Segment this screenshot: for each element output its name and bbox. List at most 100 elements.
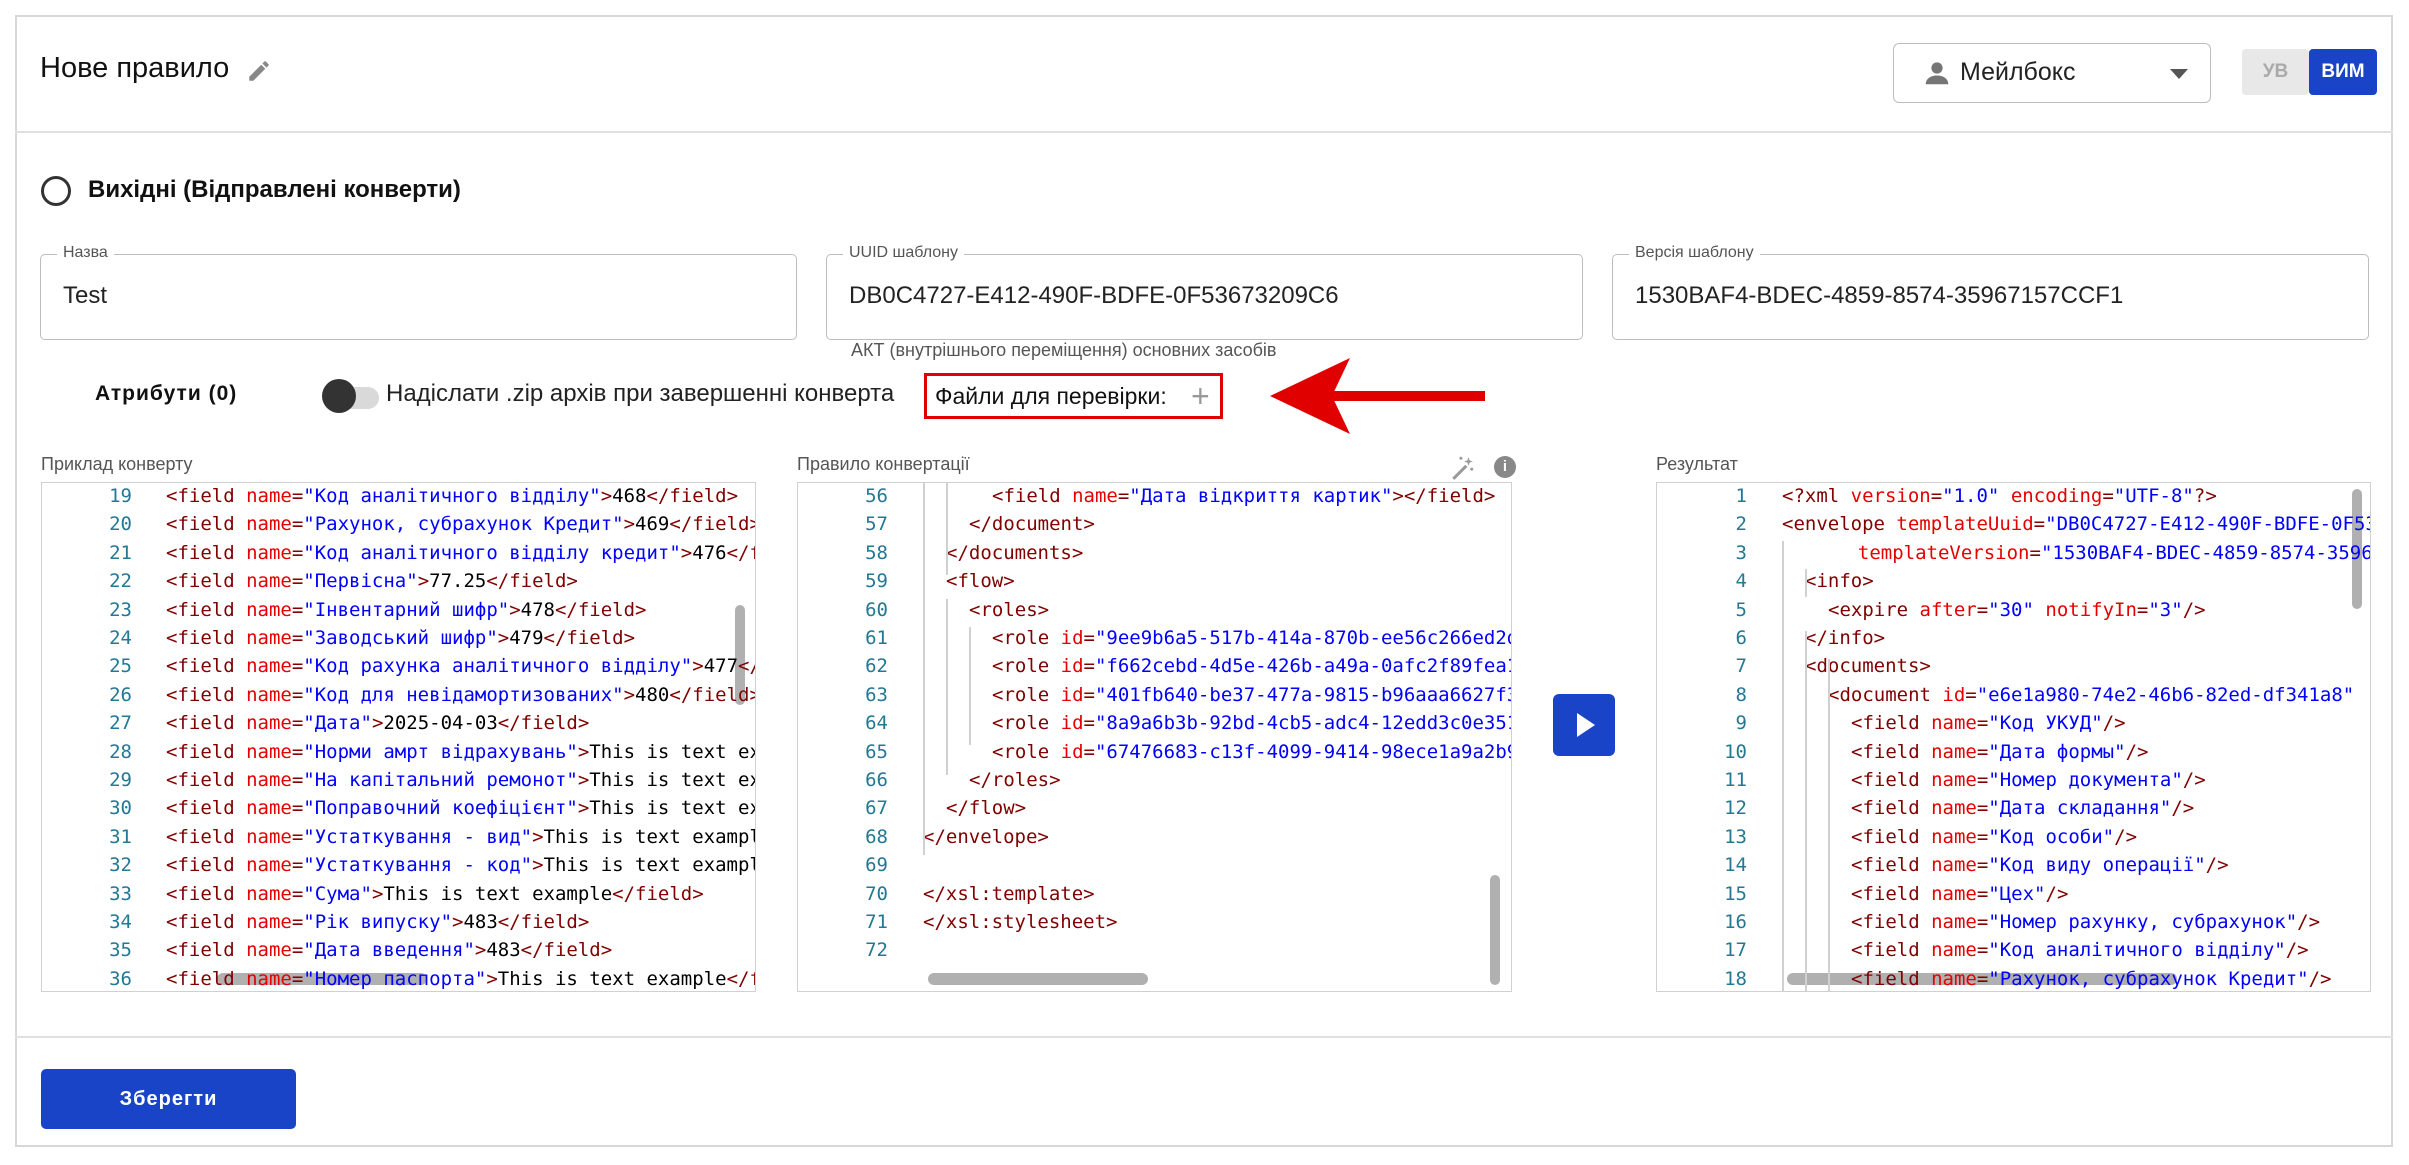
indent-guide xyxy=(1805,569,1807,597)
line-number: 15 xyxy=(1724,882,1747,905)
rule-code-editor[interactable]: 56 <field name="Дата відкриття картик"></… xyxy=(797,482,1512,992)
run-conversion-button[interactable] xyxy=(1553,694,1615,756)
code-line: <field name="Заводський шифр">479</field… xyxy=(166,627,636,649)
code-line: templateVersion="1530BAF4-BDEC-4859-8574… xyxy=(1857,541,2370,564)
line-number: 28 xyxy=(109,740,132,763)
line-number: 68 xyxy=(865,825,888,848)
code-line: <roles> xyxy=(969,598,1050,621)
code-line: <field name="Дата відкриття картик"></fi… xyxy=(992,485,1496,507)
line-number: 36 xyxy=(109,967,132,990)
toggle-outgoing-button[interactable]: ВИМ xyxy=(2309,49,2377,95)
line-number: 23 xyxy=(109,598,132,621)
code-line: <field name="Рахунок, субрахунок Кредит"… xyxy=(1851,967,2332,990)
outgoing-radio[interactable] xyxy=(41,176,71,206)
code-line: <role id="401fb640-be37-477a-9815-b96aaa… xyxy=(992,683,1512,706)
code-line: <field name="Код рахунка аналітичного ві… xyxy=(166,655,755,678)
line-number: 66 xyxy=(865,769,888,791)
line-number: 60 xyxy=(865,598,888,621)
line-number: 8 xyxy=(1735,683,1747,706)
line-number: 61 xyxy=(865,627,888,649)
version-field[interactable]: Версія шаблону 1530BAF4-BDEC-4859-8574-3… xyxy=(1612,244,2369,340)
line-number: 4 xyxy=(1735,570,1747,593)
line-number: 65 xyxy=(865,740,888,763)
magic-wand-icon[interactable] xyxy=(1449,455,1475,481)
code-line: <field name="Номер паспорта">This is tex… xyxy=(166,967,755,990)
code-line: <field name="Дата введення">483</field> xyxy=(166,939,613,962)
code-line: <expire after="30" notifyIn="3"/> xyxy=(1828,598,2206,621)
version-field-value: 1530BAF4-BDEC-4859-8574-35967157CCF1 xyxy=(1635,282,2124,309)
line-number: 30 xyxy=(109,797,132,820)
code-line: <field name="Код виду операції"/> xyxy=(1851,854,2229,877)
line-number: 72 xyxy=(865,939,888,962)
code-line: <role id="f662cebd-4d5e-426b-a49a-0afc2f… xyxy=(992,655,1512,678)
code-line: <field name="Дата формы"/> xyxy=(1851,740,2149,763)
name-field[interactable]: Назва Test xyxy=(40,244,797,340)
line-number: 29 xyxy=(109,769,132,791)
code-line: <field name="Дата">2025-04-03</field> xyxy=(166,712,590,735)
code-line: </envelope> xyxy=(923,825,1049,848)
line-number: 5 xyxy=(1735,598,1747,621)
line-number: 33 xyxy=(109,882,132,905)
indent-guide xyxy=(946,599,948,775)
toggle-incoming-button[interactable]: УВ xyxy=(2242,49,2309,95)
code-line: <field name="Поправочний коефіцієнт">Thi… xyxy=(166,797,755,820)
line-number: 13 xyxy=(1724,825,1747,848)
indent-guide xyxy=(1805,631,1807,991)
result-panel-title: Результат xyxy=(1656,454,1738,474)
line-number: 27 xyxy=(109,712,132,735)
indent-guide xyxy=(1828,659,1830,991)
code-line: </roles> xyxy=(969,769,1061,791)
rule-vscrollbar[interactable] xyxy=(1490,875,1500,985)
edit-pencil-icon[interactable] xyxy=(246,58,272,84)
code-line: </flow> xyxy=(946,797,1027,820)
example-code-editor[interactable]: 19 <field name="Код аналітичного відділу"… xyxy=(41,482,756,992)
line-number: 35 xyxy=(109,939,132,962)
code-line: </xsl:stylesheet> xyxy=(923,911,1118,933)
code-line: <envelope templateUuid="DB0C4727-E412-49… xyxy=(1782,513,2370,536)
code-line: </documents> xyxy=(946,541,1084,564)
line-number: 69 xyxy=(865,854,888,877)
code-line: <field name="Номер рахунку, субрахунок"/… xyxy=(1851,911,2321,933)
attributes-button[interactable]: Атрибути (0) xyxy=(95,382,237,406)
files-to-check: Файли для перевірки: + xyxy=(924,373,1223,419)
line-number: 71 xyxy=(865,911,888,933)
indent-guide xyxy=(1782,541,1784,991)
line-number: 32 xyxy=(109,854,132,877)
uuid-field[interactable]: UUID шаблону DB0C4727-E412-490F-BDFE-0F5… xyxy=(826,244,1583,340)
save-button[interactable]: Зберегти xyxy=(41,1069,296,1129)
header-divider xyxy=(15,131,2393,133)
version-field-label: Версія шаблону xyxy=(1629,244,1760,262)
code-line: <field name="Код особи"/> xyxy=(1851,825,2138,848)
line-number: 59 xyxy=(865,570,888,593)
code-line: <role id="9ee9b6a5-517b-414a-870b-ee56c2… xyxy=(992,627,1512,649)
add-file-icon[interactable]: + xyxy=(1191,380,1210,412)
result-code-editor[interactable]: 1 <?xml version="1.0" encoding="UTF-8"?> 2… xyxy=(1656,482,2371,992)
line-number: 11 xyxy=(1724,769,1747,791)
code-line: <role id="8a9a6b3b-92bd-4cb5-adc4-12edd3… xyxy=(992,712,1512,735)
line-number: 2 xyxy=(1735,513,1747,536)
mailbox-select[interactable]: Мейлбокс xyxy=(1893,43,2211,103)
code-line: <field name="Код аналітичного відділу">4… xyxy=(166,485,739,507)
code-line: <field name="Рахунок, субрахунок Кредит"… xyxy=(166,513,756,536)
line-number: 10 xyxy=(1724,740,1747,763)
code-line: <info> xyxy=(1805,570,1874,593)
rule-hscrollbar[interactable] xyxy=(928,973,1148,985)
footer-divider xyxy=(15,1036,2393,1038)
line-number: 20 xyxy=(109,513,132,536)
example-panel-title: Приклад конверту xyxy=(41,454,193,474)
line-number: 63 xyxy=(865,683,888,706)
files-to-check-label: Файли для перевірки: xyxy=(935,383,1167,409)
code-line: <flow> xyxy=(946,570,1015,593)
line-number: 17 xyxy=(1724,939,1747,962)
code-line: <field name="Код аналітичного відділу кр… xyxy=(166,541,755,564)
indent-guide xyxy=(923,483,925,855)
line-number: 57 xyxy=(865,513,888,536)
line-number: 6 xyxy=(1735,627,1747,649)
code-line: <field name="Устаткування - вид">This is… xyxy=(166,825,756,848)
zip-switch-thumb[interactable] xyxy=(322,379,356,413)
code-line: <field name="Дата складання"/> xyxy=(1851,797,2195,820)
info-icon[interactable]: i xyxy=(1494,456,1516,478)
zip-switch-label: Надіслати .zip архів при завершенні конв… xyxy=(386,380,895,407)
line-number: 25 xyxy=(109,655,132,678)
line-number: 56 xyxy=(865,485,888,507)
